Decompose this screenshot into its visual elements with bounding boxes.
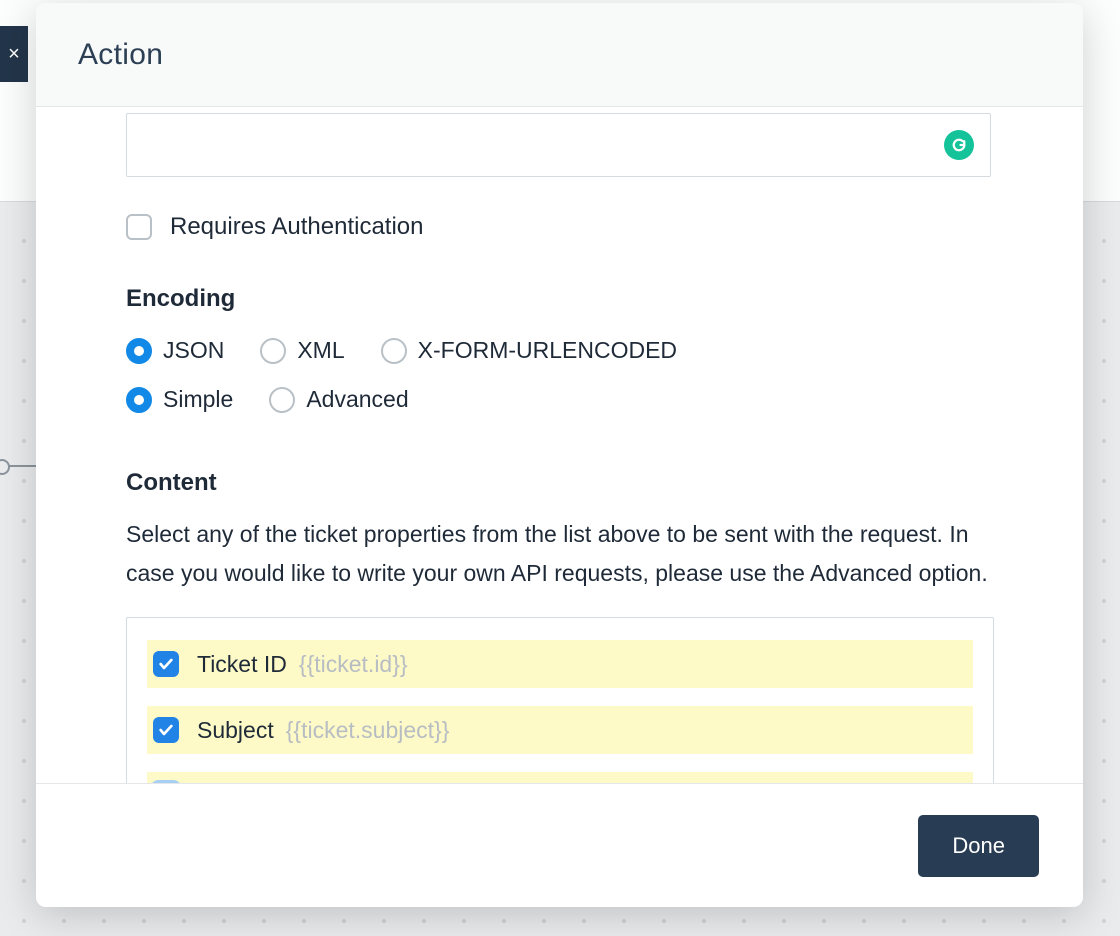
mode-option-advanced[interactable]: Advanced <box>269 386 408 413</box>
radio-label: XML <box>297 337 344 364</box>
modal-footer: Done <box>36 783 1083 907</box>
properties-list: Ticket ID {{ticket.id}} Subject {{ticket… <box>126 617 994 783</box>
modal-title: Action <box>78 38 163 72</box>
content-description: Select any of the ticket properties from… <box>126 515 993 593</box>
radio-icon <box>260 338 286 364</box>
radio-label: X-FORM-URLENCODED <box>418 337 677 364</box>
encoding-heading: Encoding <box>126 285 993 313</box>
property-checkbox[interactable] <box>153 651 179 677</box>
action-modal: Action Requires Authentication Encoding … <box>36 3 1083 907</box>
property-label: Subject <box>197 717 274 744</box>
radio-icon <box>126 387 152 413</box>
close-icon: × <box>8 43 20 66</box>
encoding-option-json[interactable]: JSON <box>126 337 224 364</box>
mode-option-simple[interactable]: Simple <box>126 386 233 413</box>
property-row-subject: Subject {{ticket.subject}} <box>147 706 973 754</box>
property-variable: {{ticket.id}} <box>299 651 408 678</box>
property-row-description: Description {{ticket.description}} <box>147 772 973 783</box>
close-button[interactable]: × <box>0 26 28 82</box>
radio-label: Advanced <box>306 386 408 413</box>
url-input[interactable] <box>126 113 991 177</box>
grammarly-icon[interactable] <box>944 130 974 160</box>
requires-auth-row: Requires Authentication <box>126 213 993 241</box>
radio-icon <box>269 387 295 413</box>
connector-line <box>0 465 36 467</box>
property-label: Ticket ID <box>197 651 287 678</box>
encoding-radio-group: JSON XML X-FORM-URLENCODED Simple <box>126 337 993 413</box>
requires-auth-checkbox[interactable] <box>126 214 152 240</box>
done-button[interactable]: Done <box>918 815 1039 877</box>
property-variable: {{ticket.subject}} <box>286 717 450 744</box>
modal-body: Requires Authentication Encoding JSON XM… <box>36 107 1083 783</box>
property-checkbox[interactable] <box>153 717 179 743</box>
radio-icon <box>381 338 407 364</box>
content-heading: Content <box>126 469 993 497</box>
radio-icon <box>126 338 152 364</box>
requires-auth-label: Requires Authentication <box>170 213 424 241</box>
radio-label: JSON <box>163 337 224 364</box>
encoding-option-xform[interactable]: X-FORM-URLENCODED <box>381 337 677 364</box>
modal-header: Action <box>36 3 1083 107</box>
encoding-option-xml[interactable]: XML <box>260 337 344 364</box>
radio-label: Simple <box>163 386 233 413</box>
property-row-ticket-id: Ticket ID {{ticket.id}} <box>147 640 973 688</box>
